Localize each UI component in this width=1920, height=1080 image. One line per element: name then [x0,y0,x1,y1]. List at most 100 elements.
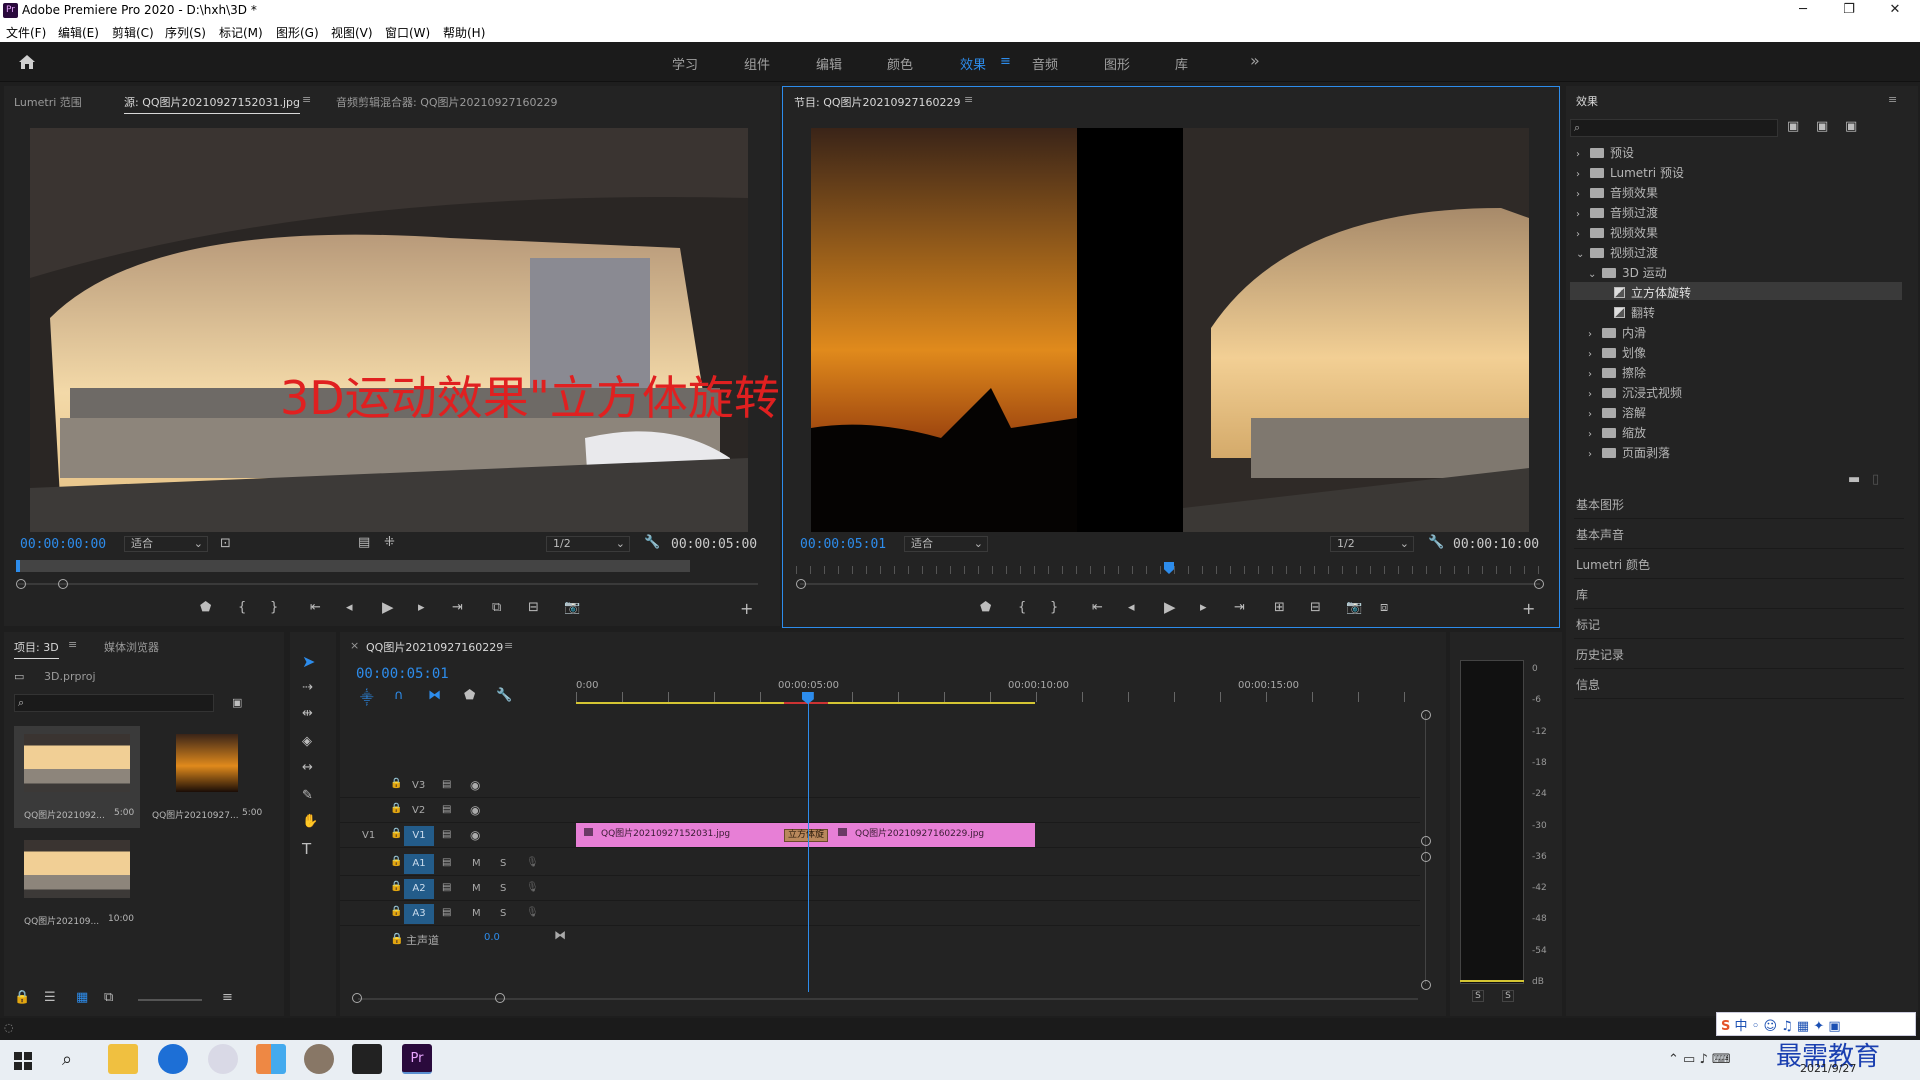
effects-tree-item[interactable]: › 擦除 [1588,364,1646,381]
timeline-ruler[interactable] [576,692,1416,702]
track-target-toggle[interactable]: V1 [404,826,434,846]
track-lock-icon[interactable]: 🔒 [390,881,402,892]
chevron-down-icon[interactable]: ⌄ [1576,249,1590,260]
find-icon[interactable]: ▣ [232,696,242,709]
program-fit-select[interactable]: 适合 ⌄ [904,536,988,552]
freeform-view-icon[interactable]: ⧉ [104,990,113,1005]
step-forward-icon[interactable]: ▸ [418,600,425,615]
nest-icon[interactable]: ⸎ [360,688,374,706]
ime-toolbar[interactable]: S 中 ◦ ☺ ♫ ▦ ✦ ▣ [1716,1012,1916,1036]
list-view-icon[interactable]: ☰ [44,990,56,1005]
track-target-toggle[interactable]: A3 [404,904,434,924]
workspace-overflow-icon[interactable]: » [1250,51,1260,70]
effects-tree-item[interactable]: › 溶解 [1588,404,1646,421]
accelerated-effects-icon[interactable]: ▣ [1787,119,1799,134]
paint-app-icon[interactable] [208,1044,238,1074]
source-add-button-icon[interactable]: + [740,599,753,618]
mic-icon[interactable]: 🎙 [526,882,539,893]
program-title[interactable]: 节目: QQ图片20210927160229 [794,94,961,110]
close-button[interactable]: ✕ [1872,0,1918,22]
program-resolution-select[interactable]: 1/2 ⌄ [1330,536,1414,552]
track-lock-icon[interactable]: 🔒 [390,828,402,839]
solo-right-button[interactable]: S [1502,990,1514,1002]
tab-media-browser[interactable]: 媒体浏览器 [104,639,159,655]
delete-icon[interactable]: ▯ [1872,472,1879,487]
mic-icon[interactable]: 🎙 [526,857,539,868]
program-play-icon[interactable]: ▶ [1164,598,1176,616]
program-add-button-icon[interactable]: + [1522,599,1535,618]
effects-title[interactable]: 效果 [1576,93,1598,109]
go-to-out-icon[interactable]: ⇥ [452,600,463,615]
source-patch-v1[interactable]: V1 [362,830,375,841]
track-target-toggle[interactable]: V2 [412,805,425,816]
timeline-scroll-right-handle[interactable] [495,993,505,1003]
track-target-toggle[interactable]: A1 [404,854,434,874]
source-fit-select[interactable]: 适合 ⌄ [124,536,208,552]
side-panel-item[interactable]: 基本图形 [1574,490,1904,519]
effects-menu-icon[interactable]: ≡ [1888,93,1897,106]
pen-tool-icon[interactable]: ✎ [302,788,313,803]
transition-clip[interactable]: 立方体旋 [784,829,828,842]
photos-app-icon[interactable] [256,1044,286,1074]
minimize-button[interactable]: ─ [1780,0,1826,22]
chevron-right-icon[interactable]: › [1576,149,1590,160]
source-menu-icon[interactable]: ≡ [302,93,311,106]
program-zoom-bar[interactable] [800,583,1540,585]
export-frame-icon[interactable]: 📷 [564,600,580,615]
workspace-editing[interactable]: 编辑 [816,54,842,73]
restore-button[interactable]: ❐ [1826,0,1872,22]
source-scrubber[interactable] [18,560,690,572]
chevron-right-icon[interactable]: › [1588,449,1602,460]
compare-view-icon[interactable]: ⧈ [1380,600,1388,615]
sync-lock-icon[interactable]: ▤ [442,804,451,815]
tab-source[interactable]: 源: QQ图片20210927152031.jpg [124,94,301,114]
program-mark-out-icon[interactable]: } [1050,600,1058,615]
sync-lock-icon[interactable]: ▤ [442,779,451,790]
tab-lumetri-scopes[interactable]: Lumetri 范围 [14,94,82,110]
effects-tree-item[interactable]: › Lumetri 预设 [1576,164,1684,181]
solo-button[interactable]: S [500,883,506,894]
overwrite-icon[interactable]: ⊟ [528,600,539,615]
menu-clip[interactable]: 剪辑(C) [112,24,154,41]
chevron-right-icon[interactable]: › [1588,369,1602,380]
clip-2[interactable]: QQ图片20210927160229.jpg [838,826,984,839]
program-add-marker-icon[interactable]: ⬟ [980,600,991,615]
tab-project[interactable]: 项目: 3D [14,639,59,659]
program-step-forward-icon[interactable]: ▸ [1200,600,1207,615]
source-playhead[interactable] [16,560,20,572]
side-panel-item[interactable]: 基本声音 [1574,520,1904,549]
sync-lock-icon[interactable]: ▤ [442,882,451,893]
program-go-to-out-icon[interactable]: ⇥ [1234,600,1245,615]
insert-icon[interactable]: ⧉ [492,600,501,615]
mark-in-icon[interactable]: { [238,600,246,615]
workspace-color[interactable]: 颜色 [887,54,913,73]
chevron-right-icon[interactable]: › [1576,209,1590,220]
mute-button[interactable]: M [472,908,481,919]
eye-icon[interactable]: ◉ [470,803,480,817]
selection-tool-icon[interactable]: ➤ [302,652,315,671]
icon-view-icon[interactable]: ▦ [76,990,88,1005]
premiere-taskbar-icon[interactable]: Pr [402,1044,432,1074]
home-icon[interactable] [18,54,36,70]
chevron-right-icon[interactable]: › [1576,169,1590,180]
hand-tool-icon[interactable]: ✋ [302,814,318,829]
chevron-right-icon[interactable]: › [1588,429,1602,440]
source-resolution-select[interactable]: 1/2 ⌄ [546,536,630,552]
play-icon[interactable]: ▶ [382,598,394,616]
v-scroll-mid-handle-2[interactable] [1421,852,1431,862]
source-zoom-handle-left[interactable] [16,579,26,589]
sync-lock-icon[interactable]: ▤ [442,829,451,840]
timeline-scroll-left-handle[interactable] [352,993,362,1003]
timeline-v-scrollbar[interactable] [1425,714,1426,984]
v-scroll-bottom-handle[interactable] [1421,980,1431,990]
effects-tree-item[interactable]: › 视频效果 [1576,224,1658,241]
effects-tree-item[interactable]: › 内滑 [1588,324,1646,341]
project-item-2[interactable]: QQ图片20210927... 5:00 [150,726,276,828]
master-end-icon[interactable]: ⧓ [554,928,566,942]
chevron-right-icon[interactable]: › [1588,349,1602,360]
master-lock-icon[interactable]: 🔒 [390,932,404,945]
effects-tree-item[interactable]: › 页面剥落 [1588,444,1670,461]
clip-1[interactable]: QQ图片20210927152031.jpg [584,826,730,839]
program-menu-icon[interactable]: ≡ [964,93,973,106]
chevron-right-icon[interactable]: › [1576,229,1590,240]
